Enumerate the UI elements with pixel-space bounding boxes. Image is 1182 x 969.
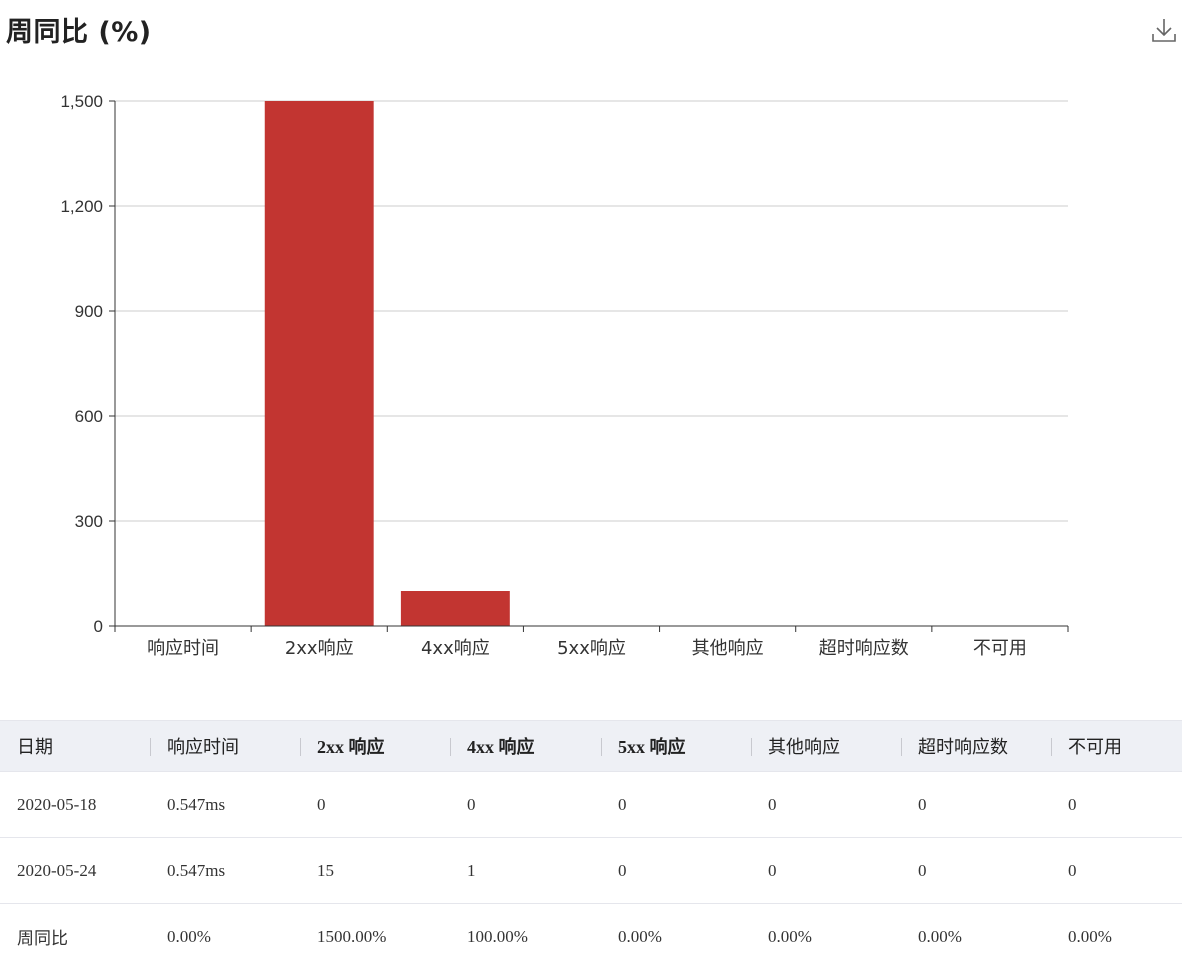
- bar-chart: 0 300 600 900 1,200 1,500 响应时间 2xx响应 4xx响应 5xx响应 其…: [0, 0, 1182, 700]
- column-header: 2xx 响应: [300, 721, 450, 772]
- table-cell: 1500.00%: [300, 904, 450, 969]
- y-tick-label: 300: [75, 512, 103, 531]
- table-cell: 2020-05-18: [0, 772, 150, 838]
- table-cell: 0: [1051, 772, 1182, 838]
- column-header: 不可用: [1051, 721, 1182, 772]
- table-cell: 0.00%: [601, 904, 751, 969]
- table-cell: 0: [300, 772, 450, 838]
- x-tick-label: 4xx响应: [421, 638, 490, 659]
- table-cell: 0.00%: [751, 904, 901, 969]
- table-cell: 1: [450, 838, 601, 904]
- data-table: 日期 响应时间 2xx 响应 4xx 响应 5xx 响应 其他响应 超时响应数 …: [0, 720, 1182, 969]
- x-tick-label: 不可用: [973, 638, 1027, 659]
- table-cell: 0.00%: [150, 904, 300, 969]
- table-cell: 15: [300, 838, 450, 904]
- column-header: 5xx 响应: [601, 721, 751, 772]
- table-cell: 0.00%: [1051, 904, 1182, 969]
- table-cell: 周同比: [0, 904, 150, 969]
- table-cell: 0.547ms: [150, 838, 300, 904]
- table-cell: 0: [601, 838, 751, 904]
- table-cell: 0: [601, 772, 751, 838]
- bar: [401, 591, 510, 626]
- table-cell: 0.00%: [901, 904, 1051, 969]
- y-tick-label: 600: [75, 407, 103, 426]
- table-row: 周同比 0.00% 1500.00% 100.00% 0.00% 0.00% 0…: [0, 904, 1182, 969]
- table-cell: 0: [450, 772, 601, 838]
- table-row: 2020-05-18 0.547ms 0 0 0 0 0 0: [0, 772, 1182, 838]
- x-tick-label: 响应时间: [147, 638, 219, 659]
- table-cell: 0: [1051, 838, 1182, 904]
- y-tick-label: 0: [94, 617, 103, 636]
- x-tick-label: 2xx响应: [285, 638, 354, 659]
- table-cell: 0: [901, 772, 1051, 838]
- y-tick-label: 1,500: [60, 92, 103, 111]
- y-tick-label: 900: [75, 302, 103, 321]
- bar: [265, 101, 374, 626]
- table-cell: 2020-05-24: [0, 838, 150, 904]
- column-header: 其他响应: [751, 721, 901, 772]
- x-tick-label: 超时响应数: [819, 638, 909, 659]
- column-header: 响应时间: [150, 721, 300, 772]
- x-tick-label: 5xx响应: [557, 638, 626, 659]
- column-header: 4xx 响应: [450, 721, 601, 772]
- x-tick-label: 其他响应: [692, 638, 764, 659]
- column-header: 日期: [0, 721, 150, 772]
- table-cell: 0: [901, 838, 1051, 904]
- table-cell: 0: [751, 838, 901, 904]
- table-cell: 0.547ms: [150, 772, 300, 838]
- table-header-row: 日期 响应时间 2xx 响应 4xx 响应 5xx 响应 其他响应 超时响应数 …: [0, 721, 1182, 772]
- table-row: 2020-05-24 0.547ms 15 1 0 0 0 0: [0, 838, 1182, 904]
- table-cell: 0: [751, 772, 901, 838]
- column-header: 超时响应数: [901, 721, 1051, 772]
- table-cell: 100.00%: [450, 904, 601, 969]
- y-tick-label: 1,200: [60, 197, 103, 216]
